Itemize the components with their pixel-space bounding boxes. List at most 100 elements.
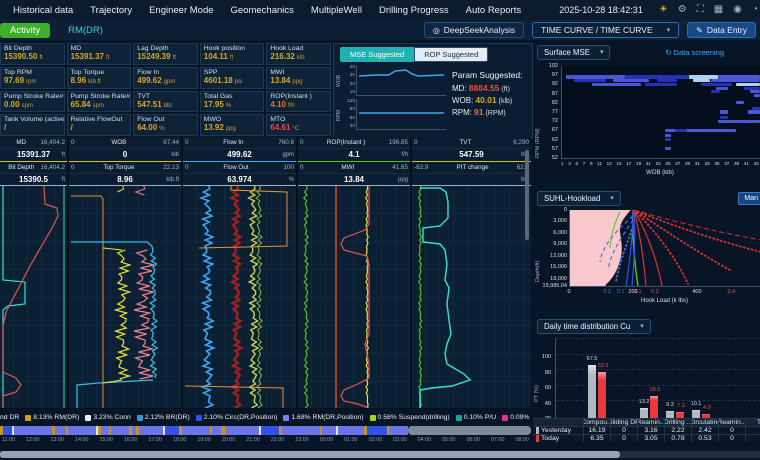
surface-mse-xlabel: WOB (klb) xyxy=(561,170,759,176)
heatmap-blob xyxy=(718,75,760,78)
legend-swatch xyxy=(85,415,91,421)
nav-item[interactable]: Geomechanics xyxy=(231,5,294,16)
curve-range-row: 0WOB67.44 xyxy=(69,137,181,149)
suhl-xlabel: Hook Load (k lbs) xyxy=(569,298,760,304)
tile-value: / xyxy=(71,123,128,132)
more-icon[interactable]: ◔ xyxy=(752,5,758,15)
track-plot xyxy=(0,186,67,408)
suhl-chart: Depth(ft) 03,0006,0009,00012,00015,00018… xyxy=(533,208,760,314)
readout-tile: MWO13.92ppg xyxy=(200,114,265,136)
mini-wob-ylabel: WOB xyxy=(336,64,343,98)
tile-value: 216.32klb xyxy=(270,52,327,61)
readout-tile: Relative FlowOut/ xyxy=(67,114,132,136)
curve-range-row: 0Flow In760.8 xyxy=(183,137,296,149)
suggest-tab-rop[interactable]: ROP Suggested xyxy=(414,47,488,62)
suggest-tab-mse[interactable]: MSE Suggested xyxy=(340,47,414,62)
horizontal-scrollbar[interactable] xyxy=(0,451,760,458)
mse-suggest-panel: MSE SuggestedROP Suggested WOB 40302010 … xyxy=(333,43,533,138)
tile-value: 64.00% xyxy=(137,123,194,132)
daily-distribution-title: Daily time distribution Cu xyxy=(544,322,630,331)
suhl-hookload-section: SUHL-Hookload ▾ Man Depth(ft) 03,0006,00… xyxy=(533,186,760,314)
hm-ytick: 97 xyxy=(541,72,558,78)
nav-item[interactable]: MultipleWell xyxy=(311,5,362,16)
tile-label: ROP(Instant ) xyxy=(270,93,327,100)
tab-activity[interactable]: Activity xyxy=(0,23,50,38)
time-tick: 16:00 xyxy=(124,437,138,443)
chevron-down-icon: ▾ xyxy=(640,322,644,330)
curve-range-row: 0ROP(Instant )196.85 xyxy=(298,137,410,149)
time-tick: 23:00 xyxy=(295,437,309,443)
tile-value: 15390.50ft xyxy=(4,52,61,61)
legend-swatch xyxy=(283,415,289,421)
daily-distribution-select[interactable]: Daily time distribution Cu ▾ xyxy=(537,319,651,334)
nav-item[interactable]: Auto Reports xyxy=(466,5,521,16)
deepseek-analysis-button[interactable]: ◎ DeepSeekAnalysis xyxy=(424,22,524,38)
time-tick: 19:00 xyxy=(197,437,211,443)
hm-ytick: 87 xyxy=(541,91,558,97)
nav-item[interactable]: Engineer Mode xyxy=(149,5,213,16)
tile-label: TVT xyxy=(137,93,194,100)
legend-swatch xyxy=(502,415,508,421)
nav-item[interactable]: Drilling Progress xyxy=(379,5,449,16)
track-vertical-scrollbar[interactable] xyxy=(525,150,529,240)
heatmap-blob xyxy=(689,75,719,78)
tile-label: MTO xyxy=(270,116,327,123)
tile-value: 499.62gpm xyxy=(137,76,194,85)
manual-button[interactable]: Man xyxy=(738,192,760,205)
nav-item[interactable]: Historical data xyxy=(13,5,73,16)
surface-mse-title: Surface MSE xyxy=(544,48,590,57)
daily-table-cell: 0 xyxy=(719,435,745,442)
tile-label: Pump Stroke Rate#3 xyxy=(71,93,128,100)
param-row: MD:8884.55(ft) xyxy=(452,83,528,93)
tile-value: 8.96klb.ft xyxy=(71,76,128,85)
heatmap-blob xyxy=(665,138,671,141)
surface-mse-select[interactable]: Surface MSE ▾ xyxy=(537,45,610,60)
legend-swatch xyxy=(370,415,376,421)
time-tick: 21:00 xyxy=(246,437,260,443)
tile-label: Hook position xyxy=(204,45,261,52)
readout-tile: ROP(Instant )4.10f/h xyxy=(266,91,331,113)
tile-value: 17.95% xyxy=(204,100,261,109)
data-entry-button[interactable]: ✎ Data Entry xyxy=(687,22,756,38)
right-panel: Surface MSE ▾ ↻ Data screening RPM (RPM)… xyxy=(533,40,760,451)
legend-item: 2.12% BR(DR) xyxy=(137,414,190,421)
nav-item[interactable]: Trajectory xyxy=(90,5,132,16)
readout-tiles: Bit Depth15390.50ftMD15391.37ftLag Depth… xyxy=(0,43,331,136)
grid-apps-icon[interactable]: ▦ xyxy=(714,5,723,15)
mini-wob-chart xyxy=(356,65,446,96)
settings-gear-icon[interactable]: ⚙ xyxy=(678,5,687,15)
heatmap-blob xyxy=(752,107,760,110)
legend-item: 0.09% P/D xyxy=(502,414,531,421)
theme-sun-icon[interactable]: ☀ xyxy=(659,5,668,15)
surface-mse-xticks: 135791113151719212325272931333537394143 xyxy=(561,161,759,166)
curve-mode-value: TIME CURVE / TIME CURVE xyxy=(541,25,652,35)
heatmap-blob xyxy=(711,79,760,82)
daily-ytick: 80 xyxy=(537,370,551,376)
horizontal-scrollbar-thumb[interactable] xyxy=(0,451,620,458)
legend-swatch xyxy=(456,415,462,421)
suhl-ytick: 12,000 xyxy=(537,253,567,259)
suhl-select[interactable]: SUHL-Hookload ▾ xyxy=(537,191,621,206)
readout-tile: Hook Load216.32klb xyxy=(266,43,331,65)
data-screening-link[interactable]: ↻ Data screening xyxy=(665,48,724,57)
suhl-ytick: 19,985.04 xyxy=(537,283,567,289)
daily-table-cell: 3.16 xyxy=(638,427,664,434)
curve-value-row: 547.59bbl xyxy=(412,149,531,162)
tab-rm-dr-[interactable]: RM(DR) xyxy=(58,23,113,38)
readout-tile: MWI13.84ppg xyxy=(266,67,331,89)
mini-wob-ticks: 40302010 xyxy=(343,64,356,98)
user-circle-icon[interactable]: ◉ xyxy=(733,5,742,15)
chevron-down-icon: ▾ xyxy=(667,26,671,34)
heatmap-blob xyxy=(566,75,625,78)
curve-range-row: -62.9PIT change62.9 xyxy=(412,162,531,174)
curve-mode-select[interactable]: TIME CURVE / TIME CURVE ▾ xyxy=(532,22,679,38)
activity-timeline-strip[interactable] xyxy=(0,426,531,435)
readout-tile: Hook position104.11ft xyxy=(200,43,265,65)
param-row: WOB:40.01(klb) xyxy=(452,95,528,105)
daily-table-cell xyxy=(746,435,760,442)
fullscreen-icon[interactable]: ⛶ xyxy=(697,5,704,15)
heatmap-blob xyxy=(720,116,728,119)
time-tick: 00:00 xyxy=(320,437,334,443)
tile-label: Lag Depth xyxy=(137,45,194,52)
suhl-ytick: 15,000 xyxy=(537,264,567,270)
